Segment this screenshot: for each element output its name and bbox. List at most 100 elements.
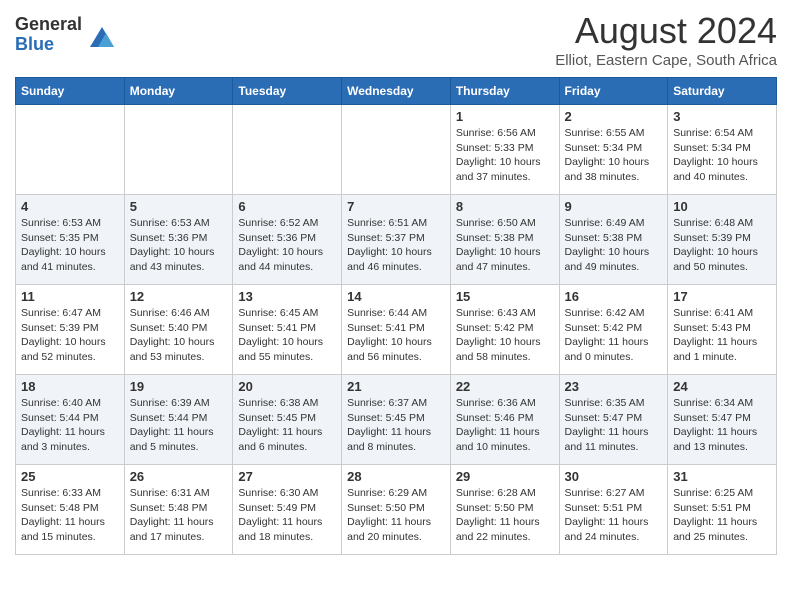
day-info: Sunrise: 6:45 AM Sunset: 5:41 PM Dayligh… — [238, 306, 336, 365]
calendar-cell: 22 Sunrise: 6:36 AM Sunset: 5:46 PM Dayli… — [450, 375, 559, 465]
title-block: August 2024 Elliot, Eastern Cape, South … — [555, 10, 777, 69]
calendar-cell: 14 Sunrise: 6:44 AM Sunset: 5:41 PM Dayli… — [342, 285, 451, 375]
calendar-cell: 21 Sunrise: 6:37 AM Sunset: 5:45 PM Dayli… — [342, 375, 451, 465]
calendar-week-3: 11 Sunrise: 6:47 AM Sunset: 5:39 PM Dayli… — [16, 285, 777, 375]
calendar-cell: 30 Sunrise: 6:27 AM Sunset: 5:51 PM Dayli… — [559, 465, 668, 555]
header-wednesday: Wednesday — [342, 78, 451, 105]
day-number: 14 — [347, 289, 445, 304]
day-info: Sunrise: 6:35 AM Sunset: 5:47 PM Dayligh… — [565, 396, 663, 455]
day-info: Sunrise: 6:38 AM Sunset: 5:45 PM Dayligh… — [238, 396, 336, 455]
day-number: 7 — [347, 199, 445, 214]
day-info: Sunrise: 6:41 AM Sunset: 5:43 PM Dayligh… — [673, 306, 771, 365]
calendar-cell: 31 Sunrise: 6:25 AM Sunset: 5:51 PM Dayli… — [668, 465, 777, 555]
calendar-cell: 20 Sunrise: 6:38 AM Sunset: 5:45 PM Dayli… — [233, 375, 342, 465]
day-number: 2 — [565, 109, 663, 124]
calendar-cell — [233, 105, 342, 195]
calendar-cell: 17 Sunrise: 6:41 AM Sunset: 5:43 PM Dayli… — [668, 285, 777, 375]
day-number: 11 — [21, 289, 119, 304]
calendar-cell: 3Sunrise: 6:54 AM Sunset: 5:34 PM Daylig… — [668, 105, 777, 195]
calendar-cell: 25 Sunrise: 6:33 AM Sunset: 5:48 PM Dayli… — [16, 465, 125, 555]
day-info: Sunrise: 6:34 AM Sunset: 5:47 PM Dayligh… — [673, 396, 771, 455]
day-info: Sunrise: 6:51 AM Sunset: 5:37 PM Dayligh… — [347, 216, 445, 275]
day-number: 1 — [456, 109, 554, 124]
day-number: 21 — [347, 379, 445, 394]
day-info: Sunrise: 6:25 AM Sunset: 5:51 PM Dayligh… — [673, 486, 771, 545]
calendar-cell — [124, 105, 233, 195]
calendar-cell: 4 Sunrise: 6:53 AM Sunset: 5:35 PM Daylig… — [16, 195, 125, 285]
day-number: 5 — [130, 199, 228, 214]
day-info: Sunrise: 6:53 AM Sunset: 5:35 PM Dayligh… — [21, 216, 119, 275]
calendar-cell: 16Sunrise: 6:42 AM Sunset: 5:42 PM Dayli… — [559, 285, 668, 375]
day-info: Sunrise: 6:43 AM Sunset: 5:42 PM Dayligh… — [456, 306, 554, 365]
day-info: Sunrise: 6:55 AM Sunset: 5:34 PM Dayligh… — [565, 126, 663, 185]
day-number: 22 — [456, 379, 554, 394]
calendar-week-4: 18Sunrise: 6:40 AM Sunset: 5:44 PM Dayli… — [16, 375, 777, 465]
day-number: 19 — [130, 379, 228, 394]
calendar-week-1: 1 Sunrise: 6:56 AM Sunset: 5:33 PM Daylig… — [16, 105, 777, 195]
calendar-week-2: 4 Sunrise: 6:53 AM Sunset: 5:35 PM Daylig… — [16, 195, 777, 285]
day-info: Sunrise: 6:47 AM Sunset: 5:39 PM Dayligh… — [21, 306, 119, 365]
logo-general-text: General — [15, 15, 82, 35]
calendar-header-row: SundayMondayTuesdayWednesdayThursdayFrid… — [16, 78, 777, 105]
day-info: Sunrise: 6:48 AM Sunset: 5:39 PM Dayligh… — [673, 216, 771, 275]
day-number: 13 — [238, 289, 336, 304]
page-title: August 2024 — [555, 10, 777, 52]
calendar-cell: 19 Sunrise: 6:39 AM Sunset: 5:44 PM Dayli… — [124, 375, 233, 465]
day-number: 12 — [130, 289, 228, 304]
calendar-cell: 2 Sunrise: 6:55 AM Sunset: 5:34 PM Daylig… — [559, 105, 668, 195]
calendar-cell — [342, 105, 451, 195]
day-number: 31 — [673, 469, 771, 484]
day-info: Sunrise: 6:29 AM Sunset: 5:50 PM Dayligh… — [347, 486, 445, 545]
day-info: Sunrise: 6:30 AM Sunset: 5:49 PM Dayligh… — [238, 486, 336, 545]
calendar-table: SundayMondayTuesdayWednesdayThursdayFrid… — [15, 77, 777, 555]
calendar-cell: 28 Sunrise: 6:29 AM Sunset: 5:50 PM Dayli… — [342, 465, 451, 555]
day-info: Sunrise: 6:33 AM Sunset: 5:48 PM Dayligh… — [21, 486, 119, 545]
day-number: 23 — [565, 379, 663, 394]
calendar-cell: 5Sunrise: 6:53 AM Sunset: 5:36 PM Daylig… — [124, 195, 233, 285]
logo-icon — [86, 19, 118, 51]
header-thursday: Thursday — [450, 78, 559, 105]
day-info: Sunrise: 6:54 AM Sunset: 5:34 PM Dayligh… — [673, 126, 771, 185]
calendar-cell: 11 Sunrise: 6:47 AM Sunset: 5:39 PM Dayli… — [16, 285, 125, 375]
day-number: 20 — [238, 379, 336, 394]
day-number: 25 — [21, 469, 119, 484]
day-number: 24 — [673, 379, 771, 394]
calendar-cell — [16, 105, 125, 195]
header-friday: Friday — [559, 78, 668, 105]
calendar-cell: 6Sunrise: 6:52 AM Sunset: 5:36 PM Daylig… — [233, 195, 342, 285]
day-number: 26 — [130, 469, 228, 484]
day-info: Sunrise: 6:50 AM Sunset: 5:38 PM Dayligh… — [456, 216, 554, 275]
calendar-cell: 12 Sunrise: 6:46 AM Sunset: 5:40 PM Dayli… — [124, 285, 233, 375]
day-info: Sunrise: 6:37 AM Sunset: 5:45 PM Dayligh… — [347, 396, 445, 455]
calendar-cell: 18Sunrise: 6:40 AM Sunset: 5:44 PM Dayli… — [16, 375, 125, 465]
header-sunday: Sunday — [16, 78, 125, 105]
day-info: Sunrise: 6:40 AM Sunset: 5:44 PM Dayligh… — [21, 396, 119, 455]
calendar-cell: 9Sunrise: 6:49 AM Sunset: 5:38 PM Daylig… — [559, 195, 668, 285]
day-number: 17 — [673, 289, 771, 304]
logo: General Blue — [15, 15, 118, 55]
day-info: Sunrise: 6:27 AM Sunset: 5:51 PM Dayligh… — [565, 486, 663, 545]
day-info: Sunrise: 6:44 AM Sunset: 5:41 PM Dayligh… — [347, 306, 445, 365]
day-number: 28 — [347, 469, 445, 484]
calendar-cell: 8 Sunrise: 6:50 AM Sunset: 5:38 PM Daylig… — [450, 195, 559, 285]
day-number: 15 — [456, 289, 554, 304]
day-number: 4 — [21, 199, 119, 214]
calendar-cell: 13 Sunrise: 6:45 AM Sunset: 5:41 PM Dayli… — [233, 285, 342, 375]
day-number: 10 — [673, 199, 771, 214]
day-info: Sunrise: 6:46 AM Sunset: 5:40 PM Dayligh… — [130, 306, 228, 365]
header-monday: Monday — [124, 78, 233, 105]
day-number: 30 — [565, 469, 663, 484]
calendar-cell: 23 Sunrise: 6:35 AM Sunset: 5:47 PM Dayli… — [559, 375, 668, 465]
calendar-cell: 26Sunrise: 6:31 AM Sunset: 5:48 PM Dayli… — [124, 465, 233, 555]
calendar-cell: 10 Sunrise: 6:48 AM Sunset: 5:39 PM Dayli… — [668, 195, 777, 285]
calendar-cell: 29Sunrise: 6:28 AM Sunset: 5:50 PM Dayli… — [450, 465, 559, 555]
calendar-week-5: 25 Sunrise: 6:33 AM Sunset: 5:48 PM Dayli… — [16, 465, 777, 555]
calendar-cell: 15 Sunrise: 6:43 AM Sunset: 5:42 PM Dayli… — [450, 285, 559, 375]
day-number: 8 — [456, 199, 554, 214]
day-info: Sunrise: 6:42 AM Sunset: 5:42 PM Dayligh… — [565, 306, 663, 365]
header-tuesday: Tuesday — [233, 78, 342, 105]
day-info: Sunrise: 6:39 AM Sunset: 5:44 PM Dayligh… — [130, 396, 228, 455]
day-info: Sunrise: 6:36 AM Sunset: 5:46 PM Dayligh… — [456, 396, 554, 455]
day-info: Sunrise: 6:56 AM Sunset: 5:33 PM Dayligh… — [456, 126, 554, 185]
day-number: 9 — [565, 199, 663, 214]
